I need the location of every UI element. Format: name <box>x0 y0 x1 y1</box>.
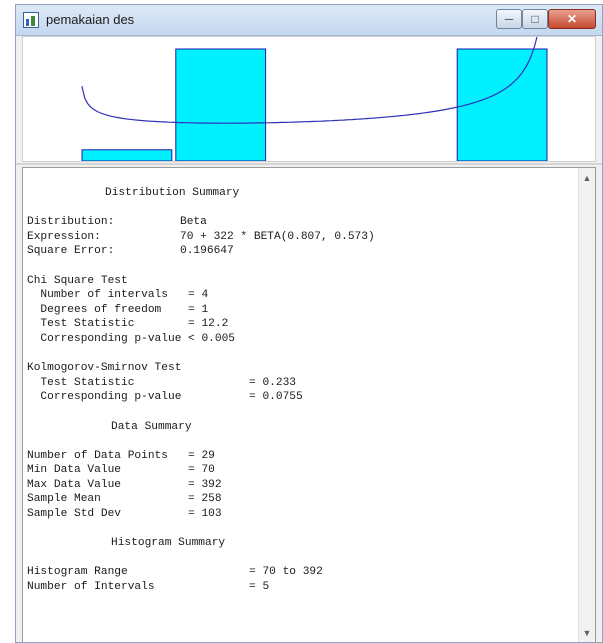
histogram-bar-1 <box>81 149 173 162</box>
report-row: Distribution: Beta <box>27 216 207 229</box>
report-text: Distribution Summary Distribution: Beta E… <box>27 186 375 595</box>
report-row: Corresponding p-value = 0.0755 <box>27 391 303 404</box>
histogram-chart <box>81 31 548 162</box>
histogram-chart-pane <box>22 31 596 162</box>
maximize-icon: □ <box>531 12 539 26</box>
title-bar[interactable]: pemakaian des ─ □ ✕ <box>16 5 602 36</box>
maximize-button[interactable]: □ <box>522 9 548 29</box>
distribution-summary-heading: Distribution Summary <box>105 187 240 199</box>
report-row: Number of intervals = 4 <box>27 289 209 302</box>
vertical-scrollbar[interactable]: ▲ ▼ <box>578 168 595 642</box>
report-row: Sample Std Dev = 103 <box>27 508 222 521</box>
pane-splitter[interactable] <box>16 163 602 165</box>
chi-square-heading: Chi Square Test <box>27 274 128 287</box>
scroll-up-icon[interactable]: ▲ <box>579 170 595 186</box>
report-row: Degrees of freedom = 1 <box>27 303 209 316</box>
report-row: Test Statistic = 0.233 <box>27 376 297 389</box>
scroll-down-icon[interactable]: ▼ <box>579 625 595 641</box>
close-icon: ✕ <box>566 12 578 26</box>
ks-test-heading: Kolmogorov-Smirnov Test <box>27 362 182 375</box>
report-row: Max Data Value = 392 <box>27 478 222 491</box>
histogram-summary-heading: Histogram Summary <box>111 537 226 550</box>
report-row: Histogram Range = 70 to 392 <box>27 566 323 579</box>
histogram-bar-5 <box>456 48 548 162</box>
histogram-bar-2 <box>175 48 267 162</box>
report-row: Number of Intervals = 5 <box>27 581 270 594</box>
minimize-icon: ─ <box>504 12 514 26</box>
minimize-button[interactable]: ─ <box>496 9 522 29</box>
report-row: Corresponding p-value < 0.005 <box>27 332 236 345</box>
distribution-fit-window: pemakaian des ─ □ ✕ Distribution Summary… <box>15 4 603 643</box>
report-row: Sample Mean = 258 <box>27 493 222 506</box>
report-row: Number of Data Points = 29 <box>27 449 215 462</box>
app-chart-icon <box>23 12 39 28</box>
report-row: Min Data Value = 70 <box>27 464 215 477</box>
data-summary-heading: Data Summary <box>111 420 192 433</box>
report-row: Expression: 70 + 322 * BETA(0.807, 0.573) <box>27 230 375 243</box>
report-text-pane[interactable]: Distribution Summary Distribution: Beta E… <box>22 167 596 642</box>
close-button[interactable]: ✕ <box>548 9 596 29</box>
window-title: pemakaian des <box>46 12 135 27</box>
report-row: Square Error: 0.196647 <box>27 245 234 258</box>
report-row: Test Statistic = 12.2 <box>27 318 229 331</box>
